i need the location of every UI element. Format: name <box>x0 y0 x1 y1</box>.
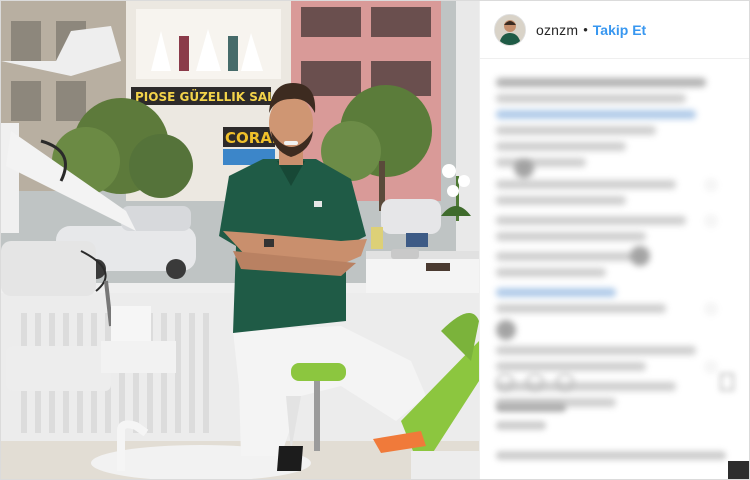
post-sidebar: oznzm • Takip Et <box>479 1 749 479</box>
author-username[interactable]: oznzm <box>536 22 578 38</box>
storefront-sign: PIOSE GÜZELLIK SALON <box>135 89 295 104</box>
author-avatar[interactable] <box>494 13 526 46</box>
comment-icon[interactable] <box>526 373 544 391</box>
dentist-office-photo: PIOSE GÜZELLIK SALON CORAL <box>1 1 479 479</box>
bookmark-icon[interactable] <box>720 373 734 391</box>
share-icon[interactable] <box>556 373 574 391</box>
post-actions-blurred <box>480 361 749 479</box>
corner-mark <box>728 461 749 479</box>
instagram-post: PIOSE GÜZELLIK SALON CORAL oznzm • Takip… <box>0 0 750 480</box>
avatar-image <box>495 14 525 45</box>
post-header: oznzm • Takip Et <box>480 1 749 59</box>
follow-button[interactable]: Takip Et <box>593 22 646 38</box>
like-icon[interactable] <box>496 373 514 391</box>
separator-dot: • <box>583 22 588 37</box>
post-photo[interactable]: PIOSE GÜZELLIK SALON CORAL <box>1 1 479 479</box>
